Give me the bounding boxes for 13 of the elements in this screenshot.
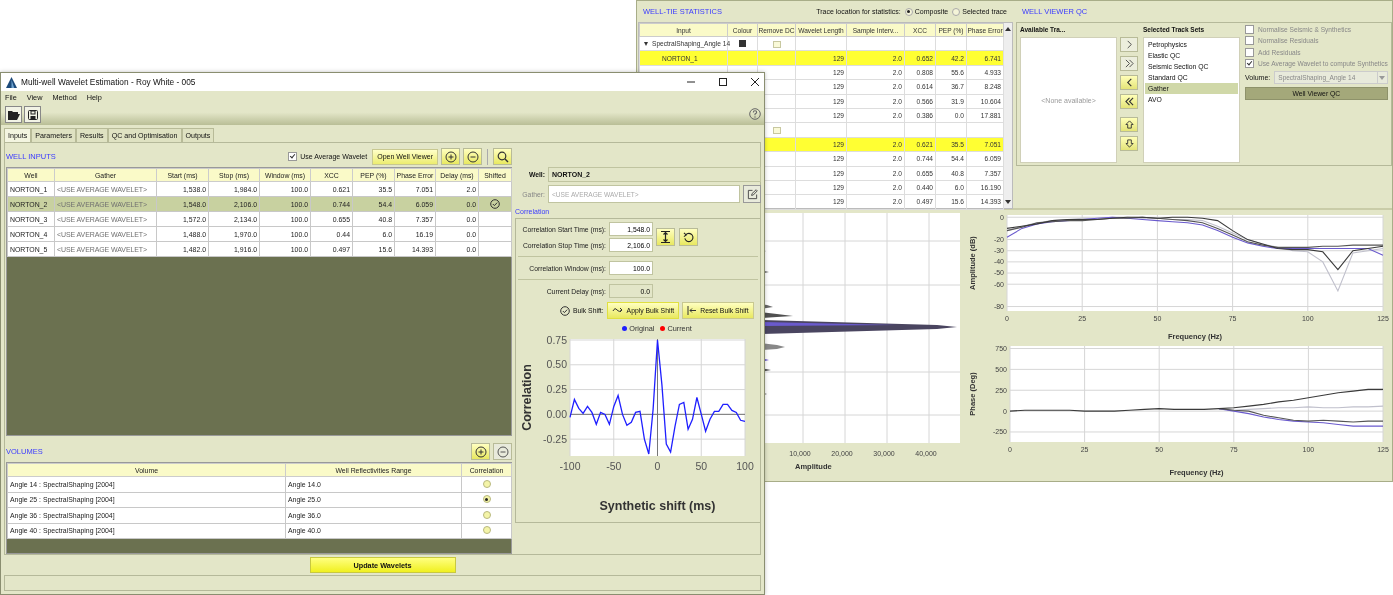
tick-label: 0.25 bbox=[546, 383, 567, 396]
tick-label: 0.50 bbox=[546, 358, 567, 371]
axis-title: Synthetic shift (ms) bbox=[599, 499, 716, 513]
tick-label: 50 bbox=[695, 459, 708, 472]
tick-label: 100 bbox=[736, 459, 754, 472]
tick-label: 0 bbox=[654, 459, 661, 472]
tick-label: -0.25 bbox=[543, 432, 567, 445]
tick-label: -100 bbox=[559, 459, 581, 472]
tick-label: -50 bbox=[606, 459, 622, 472]
tick-label: 0.00 bbox=[546, 408, 567, 421]
axis-title: Correlation bbox=[519, 364, 534, 431]
window-title: Multi-well Wavelet Estimation - Roy White - 005 bbox=[21, 77, 196, 87]
tick-label: 0.75 bbox=[546, 333, 567, 346]
